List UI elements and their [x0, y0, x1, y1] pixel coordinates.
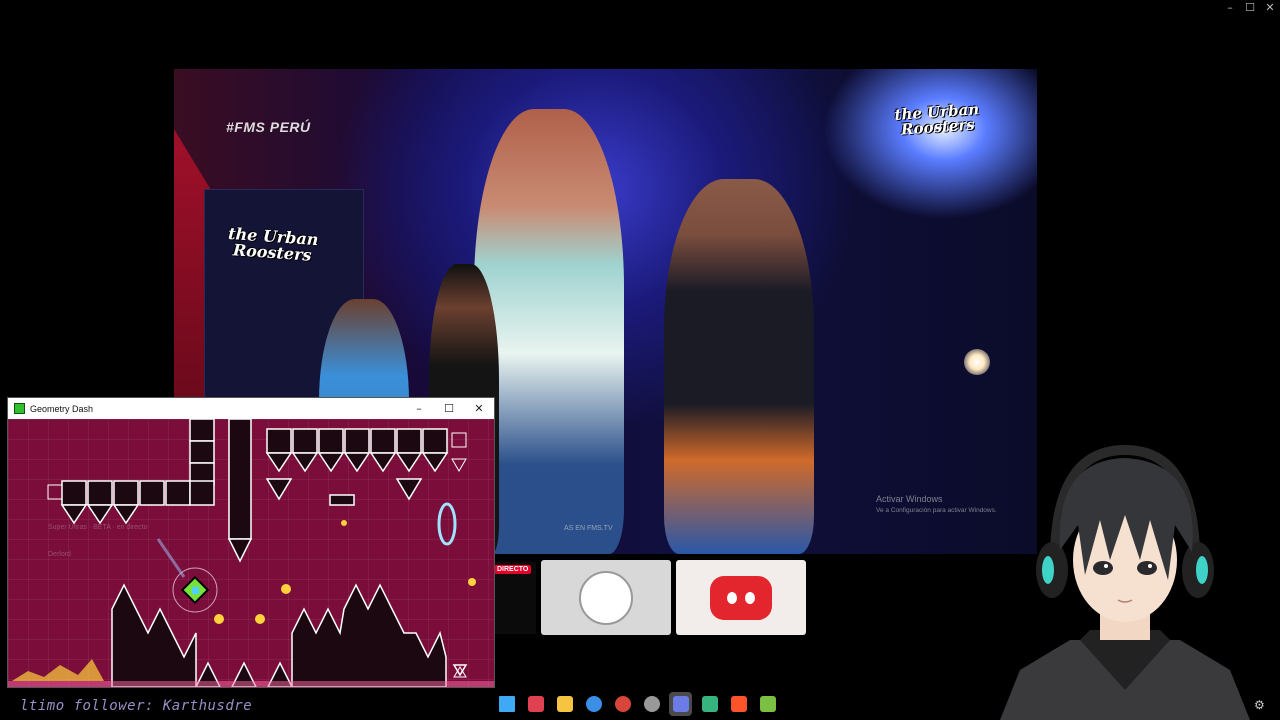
- taskbar: [495, 690, 779, 718]
- taskbar-button-chrome-alt[interactable]: [611, 692, 634, 716]
- gd-minimize-button[interactable]: –: [404, 398, 434, 419]
- app-green-icon: [701, 696, 718, 712]
- maximize-button[interactable]: ☐: [1240, 0, 1260, 16]
- avatar-tile[interactable]: [541, 560, 671, 635]
- avatar-icon: [579, 570, 633, 625]
- geometry-dash-icon: [759, 696, 776, 712]
- discord-tile[interactable]: [676, 560, 806, 635]
- fms-tv-caption: AS EN FMS.TV: [564, 525, 613, 532]
- taskbar-button-brave[interactable]: [727, 692, 750, 716]
- live-badge: DIRECTO: [494, 565, 532, 574]
- discord-logo-icon: [710, 575, 772, 620]
- gd-overlay-line2: Derlord: [48, 551, 71, 558]
- last-follower-ticker: ltimo follower: Karthusdre: [20, 698, 253, 714]
- gd-titlebar[interactable]: Geometry Dash – ☐ ✕: [8, 398, 494, 419]
- chrome-icon: [585, 696, 602, 712]
- geometry-dash-window[interactable]: Geometry Dash – ☐ ✕ Super Ultras · BETA …: [7, 397, 495, 688]
- watermark-sub: Ve a Configuración para activar Windows.: [876, 507, 997, 514]
- stage-spotlight: [964, 349, 990, 375]
- discord-icon: [672, 696, 689, 712]
- gd-overlay-line1: Super Ultras · BETA · en directo: [48, 524, 148, 531]
- urban-roosters-logo-right: the Urban Roosters: [893, 100, 980, 139]
- performer-dj: [664, 179, 814, 554]
- taskbar-button-folder[interactable]: [553, 692, 576, 716]
- desktop: – ☐ ✕ #FMS PERÚ the Urban Roosters the U…: [0, 0, 1280, 720]
- watermark-title: Activar Windows: [876, 494, 943, 504]
- obs-icon: [643, 696, 660, 712]
- brave-icon: [730, 696, 747, 712]
- vtuber-avatar: [1000, 440, 1250, 720]
- minimize-button[interactable]: –: [1220, 0, 1240, 16]
- geometry-dash-icon: [14, 403, 25, 414]
- gd-title-text: Geometry Dash: [30, 403, 94, 414]
- taskbar-button-geometry-dash[interactable]: [756, 692, 779, 716]
- gd-maximize-button[interactable]: ☐: [434, 398, 464, 419]
- taskbar-button-chrome[interactable]: [582, 692, 605, 716]
- app-vivaldi-icon: [527, 696, 544, 712]
- taskbar-button-obs[interactable]: [640, 692, 663, 716]
- taskbar-button-app-green[interactable]: [698, 692, 721, 716]
- start-icon: [498, 696, 515, 712]
- gd-close-button[interactable]: ✕: [464, 398, 494, 419]
- close-button[interactable]: ✕: [1260, 0, 1280, 16]
- taskbar-button-app-vivaldi[interactable]: [524, 692, 547, 716]
- gd-level-art: [8, 419, 494, 687]
- fms-tag: #FMS PERÚ: [226, 119, 311, 135]
- activate-windows-watermark: Activar Windows Ve a Configuración para …: [876, 494, 997, 516]
- outer-window-controls: – ☐ ✕: [1220, 0, 1280, 16]
- folder-icon: [556, 696, 573, 712]
- taskbar-button-discord[interactable]: [669, 692, 692, 716]
- urban-roosters-logo-left: the Urban Roosters: [227, 223, 320, 265]
- gd-game-canvas[interactable]: Super Ultras · BETA · en directo Derlord: [8, 419, 494, 687]
- taskbar-button-start[interactable]: [495, 692, 518, 716]
- tray-settings-icon[interactable]: ⚙: [1254, 698, 1265, 712]
- chrome-alt-icon: [614, 696, 631, 712]
